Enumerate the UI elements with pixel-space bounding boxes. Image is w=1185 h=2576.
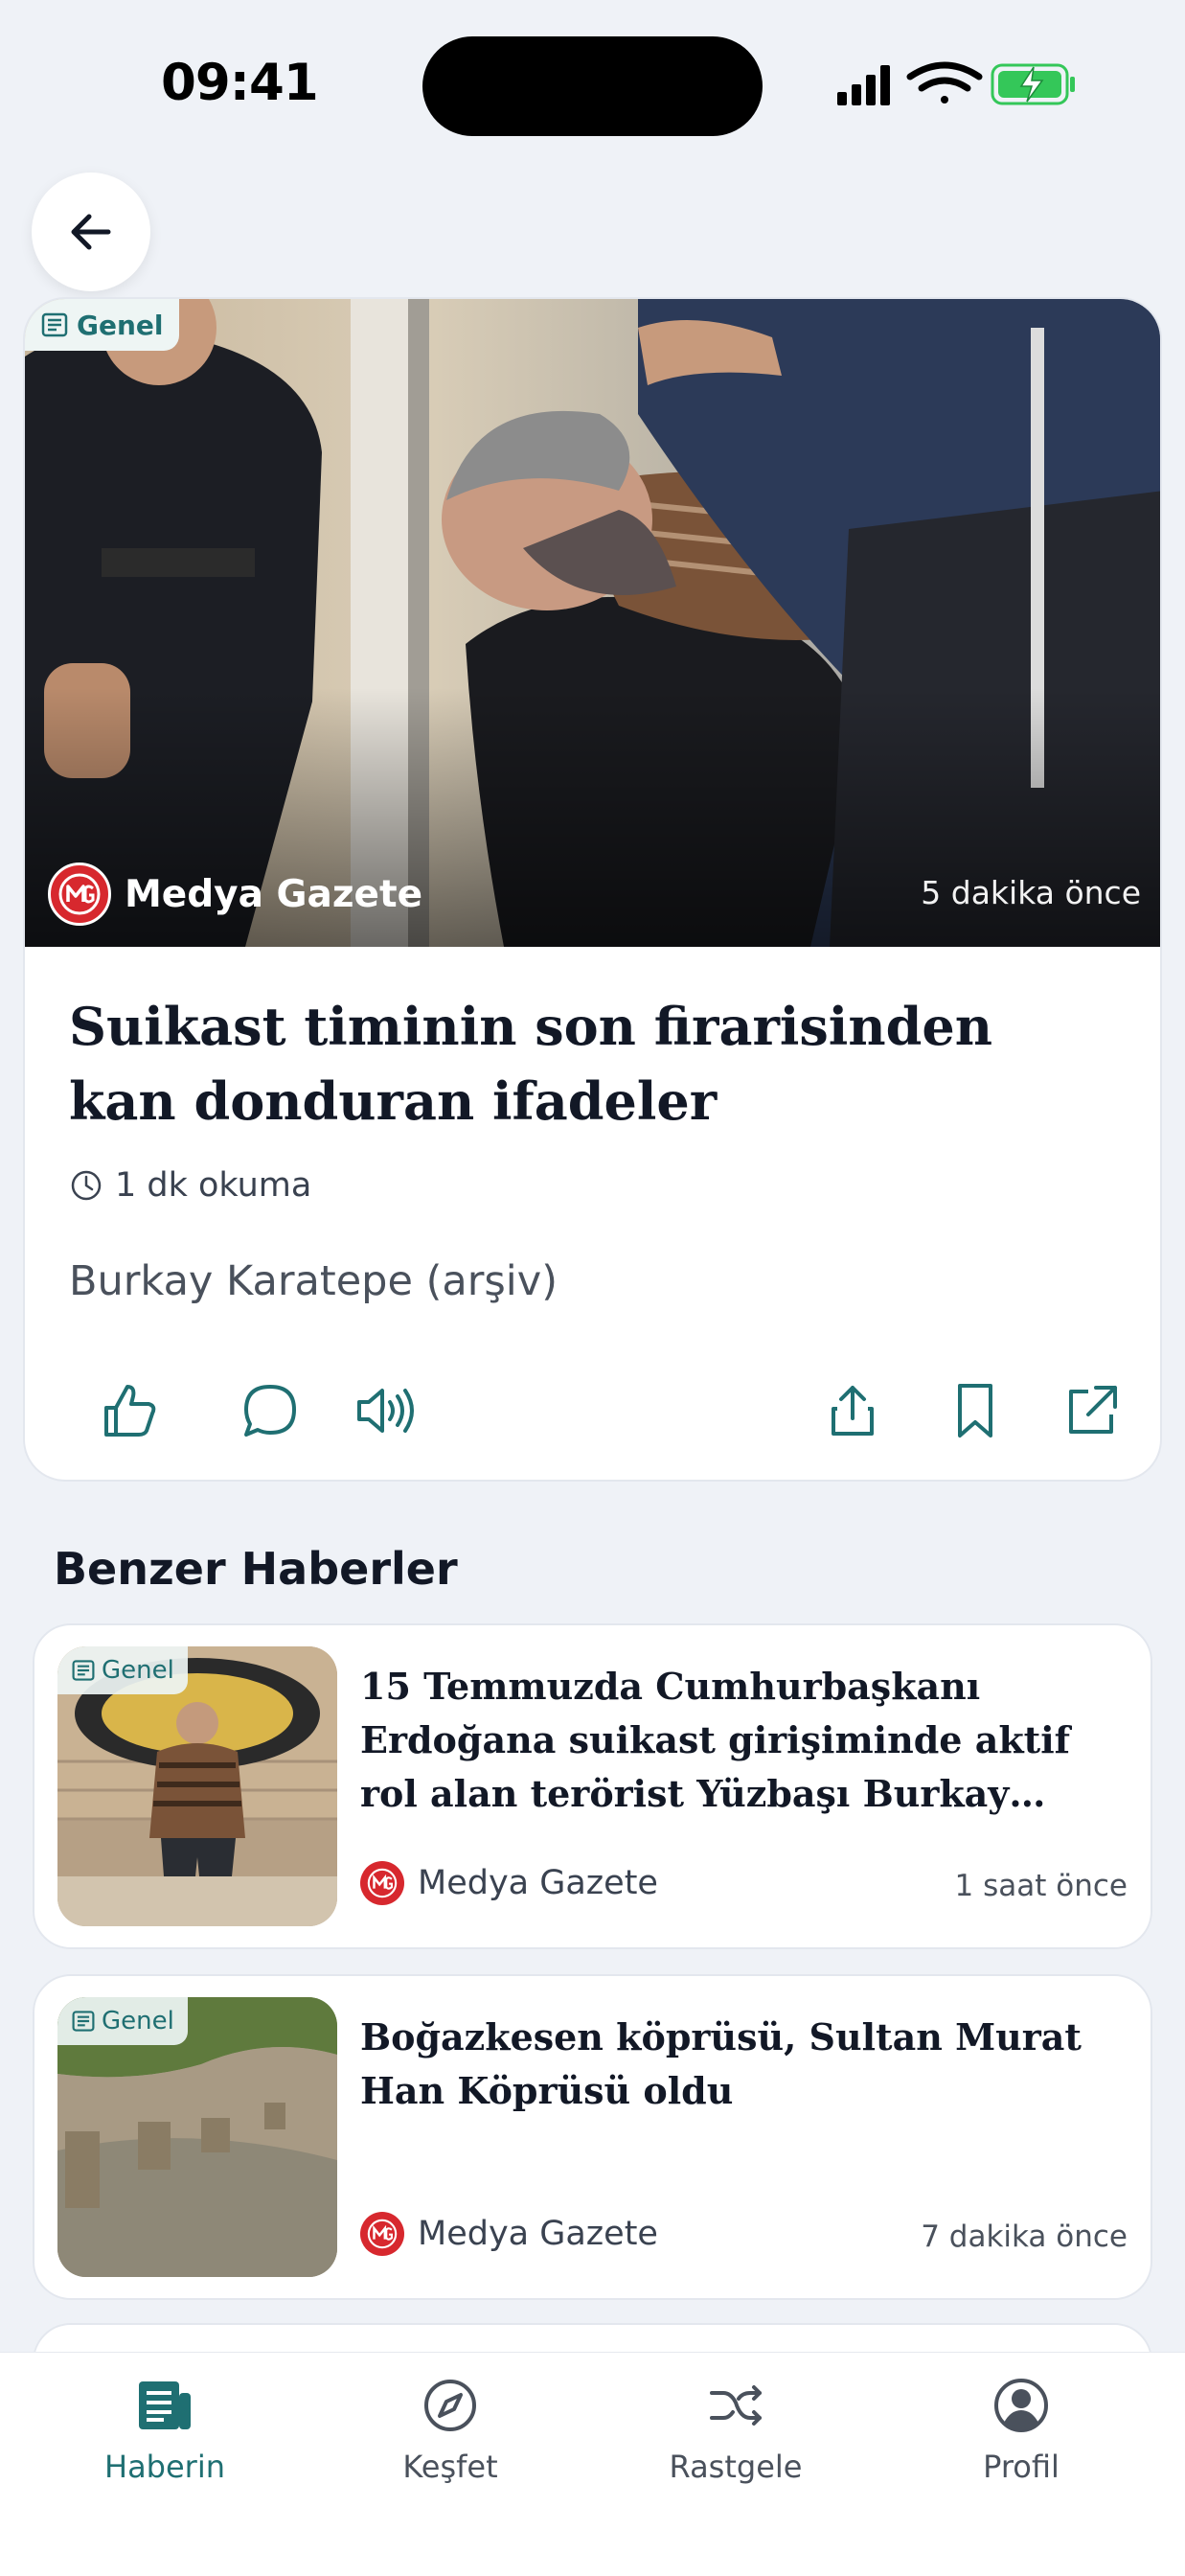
tab-label: Rastgele: [669, 2449, 803, 2485]
related-news-card[interactable]: Genel 15 Temmuzda Cumhurbaşkanı Erdoğana…: [33, 1623, 1152, 1949]
mg-logo-icon: [58, 873, 101, 915]
thumbs-up-icon: [104, 1385, 156, 1437]
medya-gazete-logo: [48, 862, 111, 926]
newspaper-icon: [72, 2011, 95, 2032]
dynamic-island: [422, 36, 763, 136]
bookmark-icon: [958, 1384, 992, 1438]
news-category-badge: Genel: [57, 1646, 188, 1694]
newspaper-icon: [41, 312, 68, 337]
tab-rastgele[interactable]: Rastgele: [630, 2376, 841, 2519]
article-title[interactable]: Suikast timinin son firarisinden kan don…: [69, 989, 1113, 1138]
battery-charging-icon: [991, 63, 1075, 105]
external-link-icon: [1069, 1386, 1117, 1434]
status-bar: 09:41: [0, 0, 1185, 153]
compass-icon: [424, 2380, 476, 2431]
news-thumbnail: Genel: [57, 1997, 337, 2277]
tab-label: Haberin: [104, 2449, 225, 2485]
listen-button[interactable]: [347, 1372, 423, 1449]
tab-haberin[interactable]: Haberin: [59, 2376, 270, 2519]
read-time-label: 1 dk okuma: [115, 1166, 312, 1205]
related-news-card[interactable]: Genel Boğazkesen köprüsü, Sultan Murat H…: [33, 1974, 1152, 2300]
news-source-name: Medya Gazete: [418, 2215, 658, 2253]
article-hero-image[interactable]: Genel Medya Gazete 5 dakika önce: [25, 299, 1160, 947]
medya-gazete-logo: [360, 1861, 404, 1905]
category-badge: Genel: [25, 299, 179, 351]
source-name: Medya Gazete: [125, 872, 423, 916]
article-timestamp: 5 dakika önce: [921, 874, 1141, 911]
article-actions: [25, 1372, 1160, 1478]
bookmark-button[interactable]: [937, 1372, 1014, 1449]
arrow-left-icon: [71, 214, 111, 250]
news-source: Medya Gazete: [360, 2210, 658, 2258]
related-news-heading: Benzer Haberler: [54, 1543, 458, 1595]
article-source[interactable]: Medya Gazete: [48, 861, 422, 928]
news-timestamp: 1 saat önce: [954, 1869, 1128, 1903]
news-title[interactable]: 15 Temmuzda Cumhurbaşkanı Erdoğana suika…: [360, 1660, 1127, 1821]
speaker-icon: [357, 1389, 414, 1433]
open-external-button[interactable]: [1054, 1372, 1130, 1449]
news-title[interactable]: Boğazkesen köprüsü, Sultan Murat Han Köp…: [360, 2011, 1127, 2118]
status-time: 09:41: [161, 54, 319, 112]
news-timestamp: 7 dakika önce: [921, 2220, 1128, 2254]
cellular-signal-icon: [837, 65, 890, 105]
clock-icon: [71, 1170, 102, 1201]
hero-photo: [25, 299, 1160, 947]
mg-logo-icon: [367, 2219, 398, 2249]
medya-gazete-logo: [360, 2212, 404, 2256]
news-source-name: Medya Gazete: [418, 1864, 658, 1902]
wifi-icon: [906, 61, 983, 104]
comment-button[interactable]: [232, 1372, 308, 1449]
news-category-label: Genel: [102, 2007, 174, 2036]
article-card[interactable]: Genel Medya Gazete 5 dakika önce Suikast…: [23, 297, 1162, 1482]
bottom-tab-bar: Haberin Keşfet Rastgele Profil: [0, 2352, 1185, 2576]
news-thumbnail: Genel: [57, 1646, 337, 1926]
read-time: 1 dk okuma: [69, 1162, 311, 1209]
share-icon: [832, 1386, 874, 1436]
category-label: Genel: [77, 309, 164, 341]
news-category-label: Genel: [102, 1656, 174, 1685]
newspaper-icon: [139, 2381, 191, 2429]
newspaper-icon: [72, 1660, 95, 1681]
article-author: Burkay Karatepe (arşiv): [69, 1257, 558, 1305]
share-button[interactable]: [814, 1372, 891, 1449]
like-button[interactable]: [92, 1372, 169, 1449]
tab-kesfet[interactable]: Keşfet: [345, 2376, 556, 2519]
tab-profil[interactable]: Profil: [916, 2376, 1127, 2519]
news-category-badge: Genel: [57, 1997, 188, 2045]
status-icons: [837, 61, 1075, 105]
tab-label: Profil: [983, 2449, 1060, 2485]
tab-label: Keşfet: [402, 2449, 498, 2485]
mg-logo-icon: [367, 1868, 398, 1898]
comment-icon: [244, 1385, 296, 1437]
profile-icon: [994, 2379, 1048, 2432]
shuffle-icon: [710, 2385, 762, 2426]
back-button[interactable]: [32, 172, 150, 291]
news-source: Medya Gazete: [360, 1859, 658, 1907]
